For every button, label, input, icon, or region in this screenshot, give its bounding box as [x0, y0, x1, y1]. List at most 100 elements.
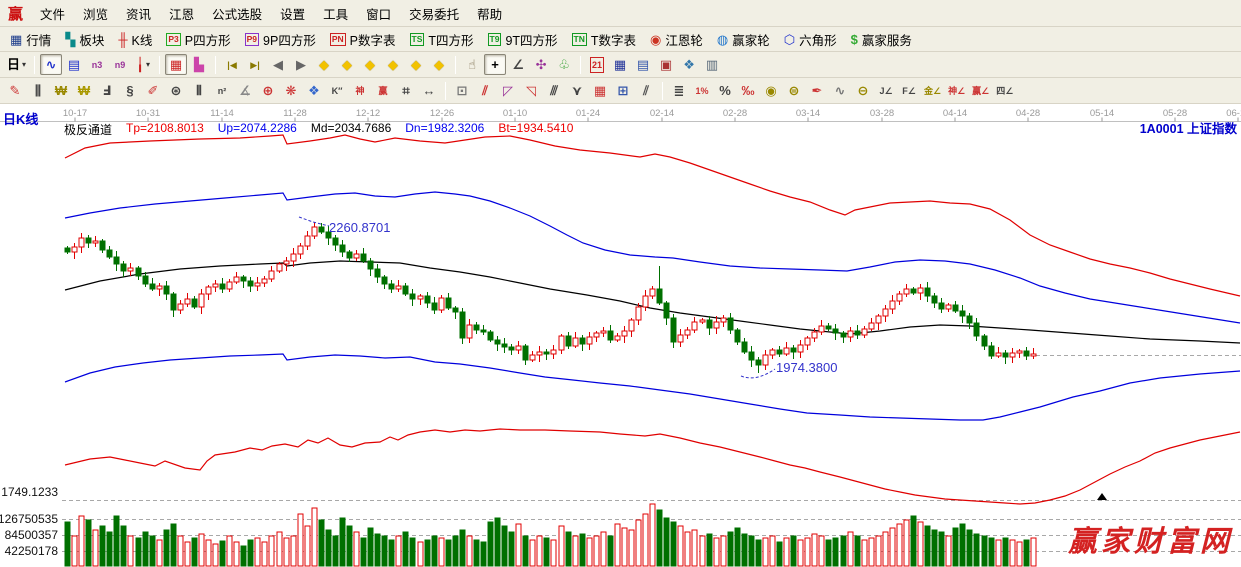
ying-angle-tool[interactable]: 赢∠: [969, 80, 992, 101]
candle-body: [1010, 353, 1015, 357]
quote-report-button[interactable]: ▤: [63, 54, 85, 75]
purple-fan-tool[interactable]: ◸: [497, 80, 519, 101]
area-select-button[interactable]: ♧: [553, 54, 575, 75]
gold-fence-tool[interactable]: ₩: [50, 80, 72, 101]
t9-square-button[interactable]: T99T四方形: [482, 29, 564, 50]
scale-shift-right-button[interactable]: ◆: [336, 54, 358, 75]
period-label[interactable]: 日K线: [3, 109, 38, 128]
comb-grid-tool[interactable]: ⫼: [27, 80, 49, 101]
scale-shift-left-button[interactable]: ◆: [313, 54, 335, 75]
shen-tool[interactable]: 神: [349, 80, 371, 101]
memo-button[interactable]: ▤: [632, 54, 654, 75]
comb-grid2-tool[interactable]: ⫴: [188, 80, 210, 101]
winner-service-button[interactable]: $赢家服务: [845, 29, 918, 50]
t-square-button[interactable]: TST四方形: [404, 29, 480, 50]
trend-line-chart-button[interactable]: ∿: [40, 54, 62, 75]
period-day-selector[interactable]: 日▾: [4, 54, 29, 75]
channel-line-up: [65, 192, 1240, 323]
shen-angle-tool[interactable]: 神∠: [945, 80, 968, 101]
hand-drag-button[interactable]: ☝: [461, 54, 483, 75]
calculator-button[interactable]: ▦: [609, 54, 631, 75]
f-ruler-tool[interactable]: Ⅎ: [96, 80, 118, 101]
red-box-fan-tool[interactable]: ◹: [520, 80, 542, 101]
quotes-button[interactable]: ▦行情: [4, 29, 57, 50]
step-3-chart-button[interactable]: n3: [86, 54, 108, 75]
percent-tool[interactable]: %: [714, 80, 736, 101]
hexagon-button[interactable]: ⬡六角形: [778, 29, 843, 50]
menu-file[interactable]: 文件: [31, 4, 74, 23]
p-square-button[interactable]: P3P四方形: [160, 29, 236, 50]
chart-area[interactable]: 10-1710-3111-1411-2812-1212-2601-1001-24…: [0, 104, 1241, 567]
red-marker-tool[interactable]: ✐: [142, 80, 164, 101]
gold-band-tool[interactable]: ⊖: [852, 80, 874, 101]
menu-browse[interactable]: 浏览: [74, 4, 117, 23]
print-button[interactable]: ▥: [701, 54, 723, 75]
angle-measure-button[interactable]: ∠: [507, 54, 529, 75]
candle-style-selector[interactable]: ╽▾: [132, 54, 154, 75]
nav-last-button[interactable]: ▶|: [244, 54, 266, 75]
grid-star-tool[interactable]: ❖: [303, 80, 325, 101]
ruler-grid-tool[interactable]: ⌗: [395, 80, 417, 101]
percent-level-tool[interactable]: ‰: [737, 80, 759, 101]
red-grid-tool[interactable]: ▦: [589, 80, 611, 101]
menu-window[interactable]: 窗口: [357, 4, 400, 23]
blue-grid-tool[interactable]: ⊞: [612, 80, 634, 101]
menu-gann[interactable]: 江恩: [160, 4, 203, 23]
nav-back-button[interactable]: ◀: [267, 54, 289, 75]
menu-trade-order[interactable]: 交易委托: [400, 4, 468, 23]
gold-angle-tool[interactable]: 金∠: [921, 80, 944, 101]
winner-wheel-button[interactable]: ◍赢家轮: [711, 29, 776, 50]
calendar-button[interactable]: 21: [586, 54, 608, 75]
scale-compress-all-button[interactable]: ◆: [405, 54, 427, 75]
spiral-tool[interactable]: §: [119, 80, 141, 101]
step-9-chart-button[interactable]: n9: [109, 54, 131, 75]
sectors-button[interactable]: ▚板块: [59, 29, 110, 50]
chart-svg[interactable]: 10-1710-3111-1411-2812-1212-2601-1001-24…: [0, 104, 1241, 567]
ray-lines-tool[interactable]: ⫻: [543, 80, 565, 101]
f-angle-tool[interactable]: F∠: [898, 80, 920, 101]
scale-reset-button[interactable]: ◆: [428, 54, 450, 75]
nav-forward-button[interactable]: ▶: [290, 54, 312, 75]
price-scale-tool[interactable]: ≣: [668, 80, 690, 101]
wave-band-tool[interactable]: ∿: [829, 80, 851, 101]
crosshair-button[interactable]: +: [484, 54, 506, 75]
gann-shape-button[interactable]: ✣: [530, 54, 552, 75]
nav-first-button[interactable]: |◀: [221, 54, 243, 75]
parallel-lines-tool[interactable]: ⫽: [635, 80, 657, 101]
pattern-mode-button[interactable]: ▦: [165, 54, 187, 75]
j-angle-tool[interactable]: J∠: [875, 80, 897, 101]
gold-level-tool[interactable]: ⊜: [783, 80, 805, 101]
menu-help[interactable]: 帮助: [468, 4, 511, 23]
web-sync-button[interactable]: ❖: [678, 54, 700, 75]
red-brush-tool[interactable]: ✎: [4, 80, 26, 101]
gold-fence-alt-tool[interactable]: ₩: [73, 80, 95, 101]
k-mark-tool[interactable]: K″: [326, 80, 348, 101]
gann-wheel-button[interactable]: ◉江恩轮: [644, 29, 709, 50]
compass-tool[interactable]: ⊕: [257, 80, 279, 101]
star-ray-tool[interactable]: ❋: [280, 80, 302, 101]
percent-line-tool[interactable]: 1%: [691, 80, 713, 101]
time-dial-tool[interactable]: ⊛: [165, 80, 187, 101]
n-square-tool[interactable]: n²: [211, 80, 233, 101]
span-measure-tool[interactable]: ↔: [418, 80, 440, 101]
menu-settings[interactable]: 设置: [271, 4, 314, 23]
p-number-table-button[interactable]: PNP数字表: [324, 29, 402, 50]
ying-tool[interactable]: 赢: [372, 80, 394, 101]
red-ray-fan-tool[interactable]: ⫽: [474, 80, 496, 101]
p9-square-button[interactable]: P99P四方形: [239, 29, 322, 50]
frame-box-tool[interactable]: ⊡: [451, 80, 473, 101]
ink-brush-tool[interactable]: ✒: [806, 80, 828, 101]
scale-compress-button[interactable]: ◆: [382, 54, 404, 75]
kline-button[interactable]: ╫K线: [112, 29, 158, 50]
menu-news[interactable]: 资讯: [117, 4, 160, 23]
volume-profile-button[interactable]: ▙: [188, 54, 210, 75]
menu-tools[interactable]: 工具: [314, 4, 357, 23]
angle-guide-tool[interactable]: ∡: [234, 80, 256, 101]
save-button[interactable]: ▣: [655, 54, 677, 75]
t-number-table-button[interactable]: TNT数字表: [566, 29, 642, 50]
wave-mark-tool[interactable]: ⋎: [566, 80, 588, 101]
gold-circle-tool[interactable]: ◉: [760, 80, 782, 101]
menu-formula-stock-picker[interactable]: 公式选股: [203, 4, 271, 23]
scale-expand-button[interactable]: ◆: [359, 54, 381, 75]
four-angle-tool[interactable]: 四∠: [993, 80, 1016, 101]
